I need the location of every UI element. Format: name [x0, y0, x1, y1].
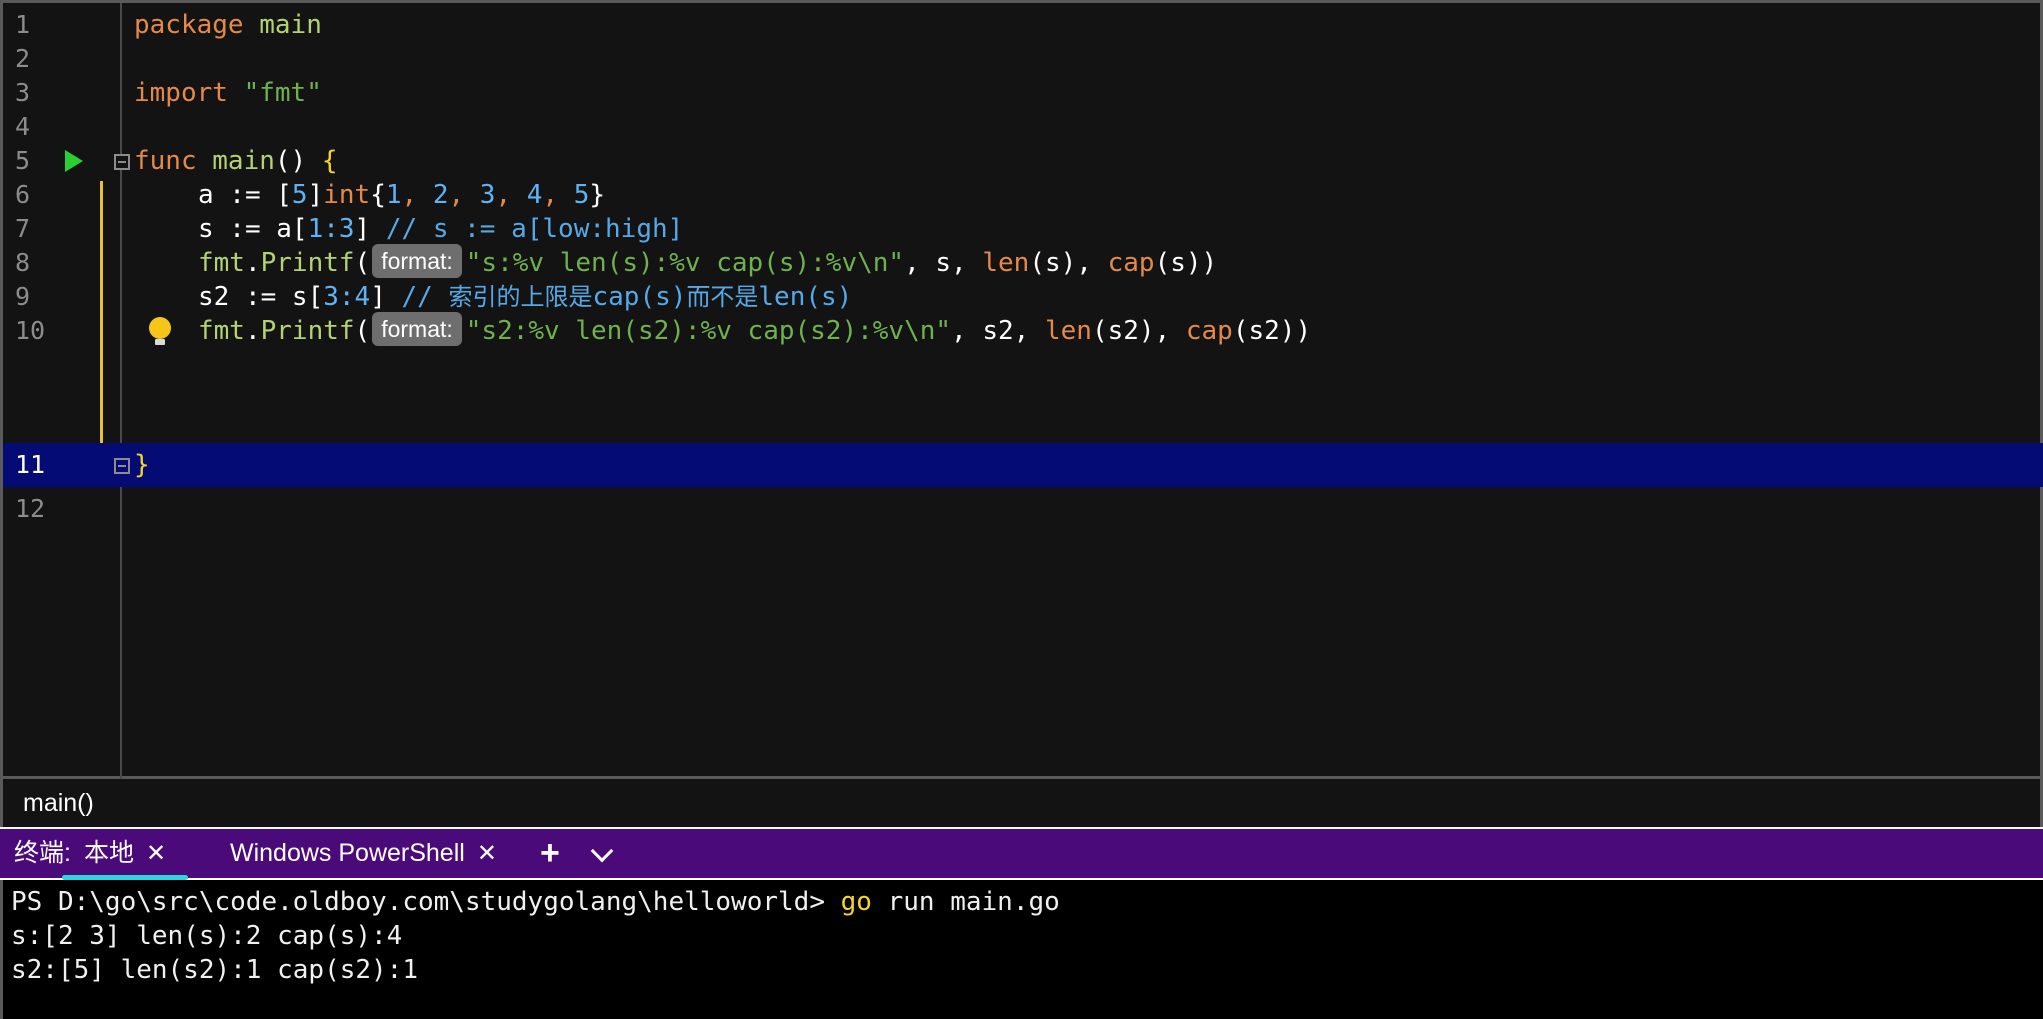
brace: {	[321, 146, 338, 176]
tab-label: 本地	[84, 839, 135, 867]
code-text: .	[244, 248, 261, 278]
tab-windows-powershell[interactable]: Windows PowerShell ✕	[230, 829, 497, 878]
code-text: }	[589, 180, 606, 210]
string-literal: "fmt"	[243, 78, 322, 108]
comment-text: 索引的上限是	[448, 283, 593, 311]
number: 1	[385, 180, 402, 210]
code-text: ()	[274, 146, 322, 176]
number: 1	[307, 214, 324, 244]
comment-text: cap(s)	[592, 282, 687, 312]
comment-text: len(s)	[758, 282, 853, 312]
tab-label: Windows PowerShell	[230, 839, 465, 867]
type-name: int	[323, 180, 371, 210]
number: 4	[354, 282, 371, 312]
keyword: import	[134, 78, 228, 108]
number: 5	[573, 180, 590, 210]
code-line-current[interactable]: 11 }	[3, 443, 2043, 487]
tab-local[interactable]: 本地 ✕	[62, 829, 189, 880]
comment-text: //	[401, 282, 449, 312]
number: 4	[526, 180, 543, 210]
code-text: ,	[542, 180, 574, 210]
comment: // 索引的上限是cap(s)而不是len(s)	[402, 282, 853, 312]
code-line[interactable]: 10 fmt.Printf(format: "s2:%v len(s2):%v c…	[3, 309, 2043, 353]
code-text: ]	[354, 214, 386, 244]
code-text: s2 := s[	[198, 282, 324, 312]
chevron-down-icon[interactable]	[590, 839, 614, 863]
number: 3	[479, 180, 496, 210]
code-text: , s,	[904, 248, 983, 278]
builtin-function: len	[982, 248, 1030, 278]
string-literal: "s:%v len(s):%v cap(s):%v\n"	[465, 248, 905, 278]
code-text: (	[354, 248, 371, 278]
builtin-function: len	[1044, 316, 1092, 346]
code-text: , s2,	[951, 316, 1045, 346]
package-name: main	[259, 10, 322, 40]
code-text: (s))	[1154, 248, 1218, 278]
comment-text: 而不是	[686, 283, 759, 311]
terminal-command: run main.go	[871, 887, 1060, 917]
package-ref: fmt	[198, 316, 245, 346]
code-text: ,	[448, 180, 480, 210]
number: 3	[338, 214, 355, 244]
breadcrumb[interactable]: main()	[0, 779, 2043, 827]
parameter-hint: format:	[372, 312, 462, 346]
code-text: ,	[495, 180, 527, 210]
number: 3	[323, 282, 339, 312]
line-number: 10	[15, 316, 46, 345]
number: 5	[291, 180, 308, 210]
line-number: 12	[15, 494, 46, 523]
terminal-output[interactable]: PS D:\go\src\code.oldboy.com\studygolang…	[0, 880, 2043, 1019]
terminal-command: go	[840, 887, 872, 917]
code-text: s := a[	[198, 214, 308, 244]
close-icon[interactable]: ✕	[477, 840, 497, 867]
breadcrumb-item[interactable]: main()	[23, 789, 94, 817]
code-text: (	[354, 316, 371, 346]
code-text: (s2),	[1091, 316, 1186, 346]
function-call: Printf	[260, 248, 355, 278]
code-text: a := [	[198, 180, 292, 210]
keyword: func	[134, 146, 197, 176]
function-call: Printf	[260, 316, 355, 346]
terminal-prompt: PS D:\go\src\code.oldboy.com\studygolang…	[11, 887, 841, 917]
code-editor[interactable]: 1 package main 2 3 import "fmt" 4 5 func…	[0, 0, 2043, 779]
keyword: package	[134, 10, 244, 40]
builtin-function: cap	[1185, 316, 1233, 346]
plus-icon[interactable]: +	[540, 829, 560, 878]
code-line[interactable]: 12	[3, 487, 2043, 531]
code-text: :	[323, 214, 339, 244]
code-text: {	[370, 180, 386, 210]
brace: }	[134, 450, 150, 480]
string-literal: "s2:%v len(s2):%v cap(s2):%v\n"	[465, 316, 952, 346]
line-number: 11	[15, 450, 46, 479]
parameter-hint: format:	[372, 244, 462, 278]
fold-icon[interactable]	[114, 154, 130, 170]
code-text: ]	[370, 282, 402, 312]
code-text: (s2))	[1232, 316, 1312, 346]
package-ref: fmt	[198, 248, 245, 278]
builtin-function: cap	[1107, 248, 1155, 278]
code-text: ]	[307, 180, 324, 210]
code-text: :	[338, 282, 355, 312]
function-name: main	[212, 146, 275, 176]
terminal-tab-bar: 终端: 本地 ✕ Windows PowerShell ✕ +	[0, 827, 2043, 880]
code-text: .	[244, 316, 261, 346]
code-text: ,	[401, 180, 433, 210]
code-text: (s),	[1029, 248, 1108, 278]
run-icon[interactable]	[65, 150, 83, 172]
terminal-output-line: s2:[5] len(s2):1 cap(s2):1	[11, 955, 418, 985]
fold-icon[interactable]	[114, 458, 130, 474]
comment: // s := a[low:high]	[385, 214, 684, 244]
close-icon[interactable]: ✕	[146, 840, 166, 867]
number: 2	[432, 180, 449, 210]
